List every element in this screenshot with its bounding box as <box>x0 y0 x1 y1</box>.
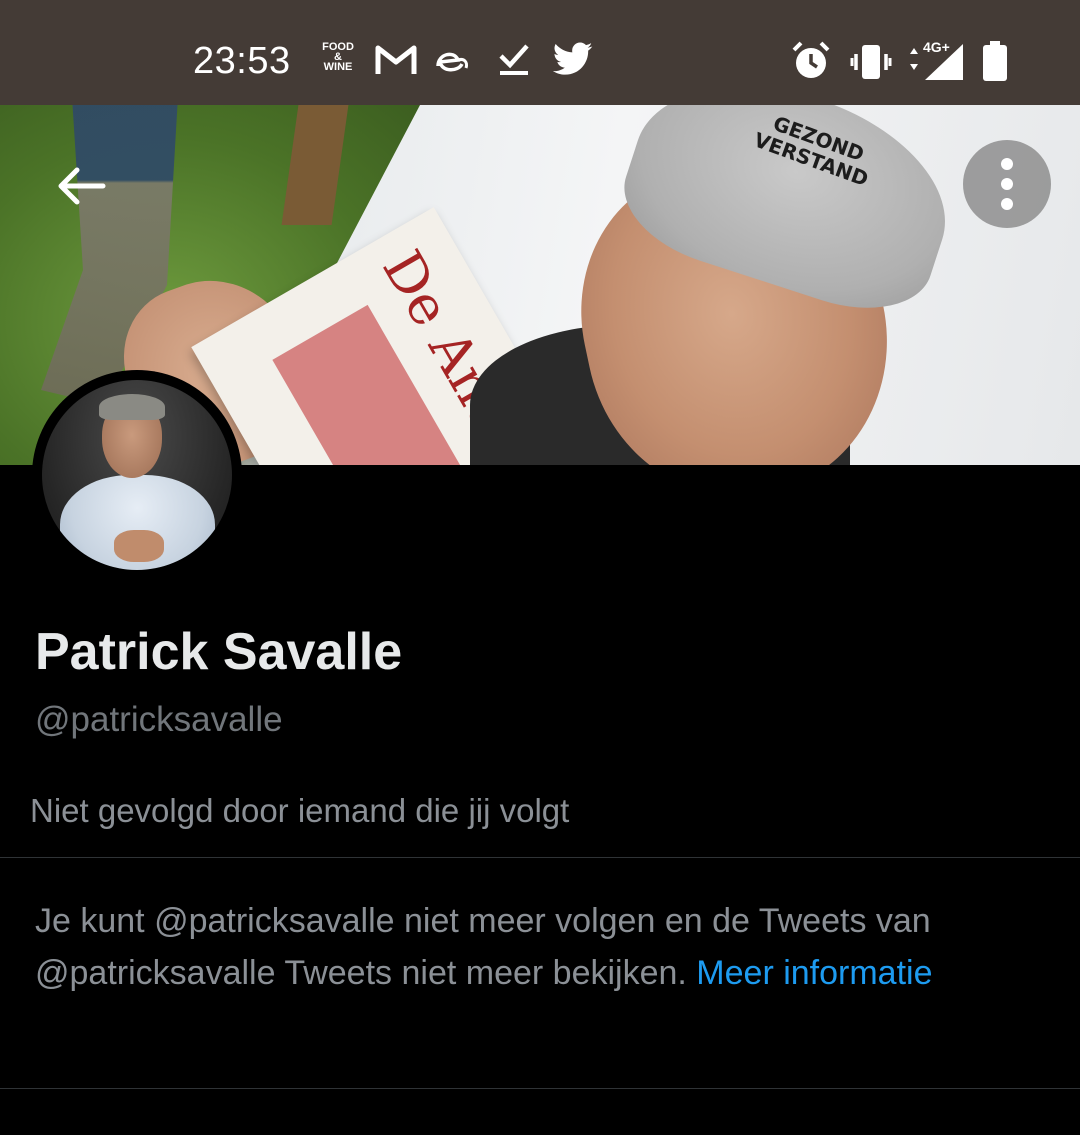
profile-avatar[interactable] <box>32 370 242 580</box>
profile-handle: @patricksavalle <box>35 700 283 739</box>
twitter-bird-icon <box>552 42 593 81</box>
tasks-check-icon <box>498 42 530 81</box>
profile-display-name: Patrick Savalle <box>35 623 403 681</box>
more-info-link[interactable]: Meer informatie <box>696 954 932 992</box>
status-bar: 23:53 FOOD & WINE 4G+ <box>0 0 1080 105</box>
vibrate-icon <box>850 42 892 87</box>
followers-you-know-note: Niet gevolgd door iemand die jij volgt <box>30 792 570 829</box>
status-time: 23:53 <box>193 40 291 82</box>
battery-icon <box>982 40 1008 87</box>
alarm-icon <box>790 40 832 87</box>
signal-icon: 4G+ <box>905 39 967 87</box>
edge-icon <box>432 46 472 84</box>
more-options-button[interactable] <box>963 140 1051 228</box>
svg-text:4G+: 4G+ <box>923 40 950 55</box>
divider <box>0 1088 1080 1089</box>
gmail-icon <box>375 44 417 81</box>
arrow-left-icon <box>58 167 106 205</box>
suspended-account-notice: Je kunt @patricksavalle niet meer volgen… <box>35 895 1035 999</box>
more-vertical-icon <box>1001 158 1013 210</box>
back-button[interactable] <box>46 158 116 214</box>
food-wine-icon: FOOD & WINE <box>322 41 354 73</box>
divider <box>0 857 1080 858</box>
